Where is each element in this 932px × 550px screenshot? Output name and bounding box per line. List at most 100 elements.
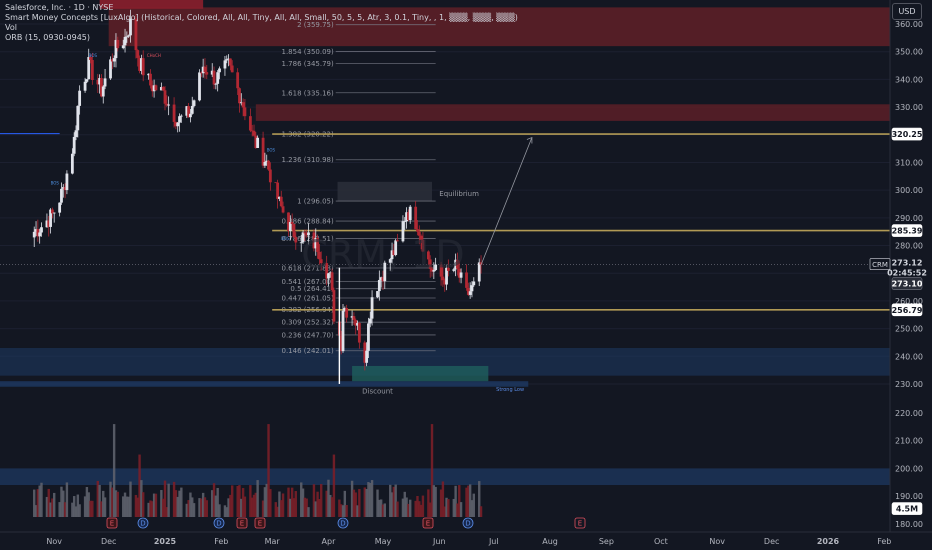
strong-low-label: Strong Low: [496, 387, 524, 393]
candle-body: [112, 58, 116, 62]
earnings-marker-letter: E: [110, 520, 114, 528]
candle-body: [292, 223, 296, 238]
candle-body: [223, 60, 227, 69]
candle-body: [90, 59, 94, 81]
zone-strong_low: [0, 381, 529, 387]
candle-body: [32, 231, 36, 238]
volume-zone-band: [0, 468, 890, 486]
volume-tick-label: 220.00: [895, 409, 923, 418]
currency-button[interactable]: USD: [892, 3, 922, 20]
volume-bar: [370, 480, 374, 517]
dividend-marker-letter: D: [465, 520, 470, 528]
candle-body: [263, 162, 267, 166]
time-tick-label: Apr: [322, 537, 337, 546]
time-tick-label: Dec: [101, 537, 116, 546]
candle-body: [268, 169, 272, 183]
volume-bar: [320, 484, 323, 517]
symbol-title[interactable]: Salesforce, Inc. · 1D · NYSE: [5, 3, 518, 13]
price-tick-label: 280.00: [895, 242, 923, 251]
volume-bar: [205, 500, 208, 517]
earnings-marker-letter: E: [578, 520, 582, 528]
price-tag-volume: 4.5M: [896, 505, 918, 514]
earnings-marker-letter: E: [240, 520, 244, 528]
volume-bar: [447, 499, 450, 517]
candle-body: [78, 90, 82, 106]
fib-label: 0.146 (242.01): [282, 347, 334, 355]
candle-body: [279, 196, 283, 207]
fib-label: 1.786 (345.79): [282, 60, 334, 68]
price-tick-label: 290.00: [895, 214, 923, 223]
price-tag-last: 273.12: [892, 259, 923, 268]
candle-body: [52, 212, 56, 214]
fib-label: 0.5 (264.41): [290, 285, 334, 293]
price-tick-label: 310.00: [895, 158, 923, 167]
volume-tick-label: 200.00: [895, 464, 923, 473]
discount-label: Discount: [362, 388, 393, 396]
volume-bar: [396, 501, 399, 517]
candle-body: [109, 59, 112, 79]
fib-label: 0.447 (261.05): [282, 294, 334, 302]
time-tick-label: Feb: [877, 537, 891, 546]
time-tick-label: Nov: [709, 537, 725, 546]
candle-body: [190, 105, 194, 114]
candle-body: [252, 130, 256, 136]
indicator-vol-label[interactable]: Vol: [5, 23, 518, 33]
candle-body: [290, 222, 294, 224]
volume-bar: [218, 504, 221, 517]
candle-body: [176, 122, 180, 127]
candle-body: [276, 182, 280, 199]
bos-label: BOS: [89, 53, 98, 58]
volume-bar: [307, 507, 310, 517]
time-tick-label: Aug: [542, 537, 558, 546]
time-tick-label: Jul: [488, 537, 499, 546]
price-tick-label: 250.00: [895, 325, 923, 334]
earnings-marker-letter: E: [426, 520, 430, 528]
bos-label: BOS: [51, 181, 60, 186]
candle-body: [205, 72, 209, 75]
zone-teal-box: [352, 365, 489, 382]
fib-label: 1.618 (335.16): [282, 89, 334, 97]
price-tag-level: 285.39: [892, 227, 923, 236]
chart-legend: Salesforce, Inc. · 1D · NYSE Smart Money…: [5, 3, 518, 43]
volume-bar: [345, 505, 348, 517]
candle-body: [189, 113, 192, 118]
indicator-smc-label[interactable]: Smart Money Concepts [LuxAlgo] (Historic…: [5, 13, 518, 23]
fib-label: 0.309 (252.32): [282, 319, 334, 327]
candle-body: [149, 73, 152, 86]
price-tick-label: 330.00: [895, 103, 923, 112]
volume-bar: [256, 480, 259, 517]
price-tick-label: 350.00: [895, 48, 923, 57]
price-tag-level: 320.25: [892, 130, 923, 139]
candle-body: [212, 70, 216, 85]
volume-bar: [409, 499, 412, 517]
candle-body: [465, 272, 468, 288]
volume-bar: [129, 481, 132, 517]
candle-body: [60, 188, 63, 203]
volume-bar: [167, 483, 170, 517]
candle-body: [470, 285, 474, 292]
time-tick-label: Nov: [46, 537, 62, 546]
volume-bar: [154, 493, 158, 517]
indicator-orb-label[interactable]: ORB (15, 0930-0945): [5, 33, 518, 43]
candle-body: [136, 50, 140, 58]
price-tag-current: 273.10: [892, 280, 923, 289]
fib-label: 1 (296.05): [297, 198, 334, 206]
price-tag-level: 256.79: [892, 306, 923, 315]
time-tick-label: Dec: [764, 537, 779, 546]
price-chart[interactable]: 2 (359.75)1.854 (350.09)1.786 (345.79)1.…: [0, 0, 932, 550]
candle-body: [216, 72, 220, 84]
fib-label: 0.236 (247.70): [282, 331, 334, 339]
time-tick-label: 2025: [154, 537, 177, 546]
candle-body: [203, 66, 207, 73]
price-tick-label: 240.00: [895, 352, 923, 361]
candle-body: [357, 322, 361, 343]
volume-tick-label: 180.00: [895, 520, 923, 529]
volume-bar: [434, 486, 437, 517]
candle-body: [368, 318, 372, 324]
candle-body: [225, 59, 229, 61]
watermark: CRM, 1D: [301, 233, 464, 277]
price-tick-label: 230.00: [895, 380, 923, 389]
candle-body: [370, 297, 374, 319]
volume-bar: [52, 492, 56, 517]
volume-bar: [231, 485, 234, 517]
